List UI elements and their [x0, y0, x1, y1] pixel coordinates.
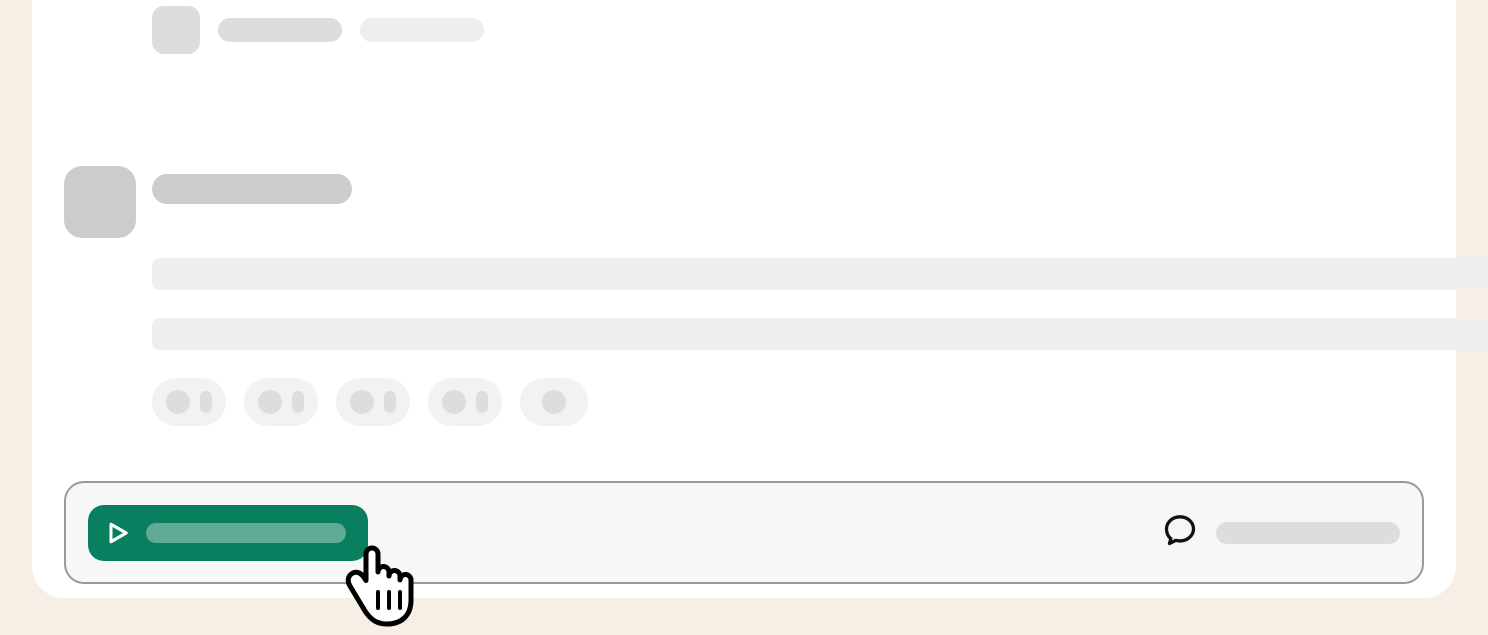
run-workflow-button[interactable] — [88, 505, 368, 561]
avatar — [64, 166, 136, 238]
timestamp-placeholder — [360, 18, 484, 42]
reaction-pill[interactable] — [336, 378, 410, 426]
message-row — [152, 6, 484, 54]
username-placeholder — [218, 18, 342, 42]
count-placeholder — [384, 391, 396, 413]
composer-toolbar — [64, 481, 1424, 584]
thread-reply-button[interactable] — [1162, 512, 1400, 553]
body-line-placeholder — [152, 318, 1488, 350]
count-placeholder — [476, 391, 488, 413]
add-reaction-pill[interactable] — [520, 378, 588, 426]
content-card — [32, 0, 1456, 598]
reaction-pill[interactable] — [428, 378, 502, 426]
reaction-pill[interactable] — [152, 378, 226, 426]
run-button-label — [146, 523, 346, 543]
emoji-placeholder — [442, 390, 466, 414]
count-placeholder — [200, 391, 212, 413]
reaction-row — [152, 378, 588, 426]
emoji-placeholder — [166, 390, 190, 414]
username-placeholder — [152, 174, 352, 204]
chat-bubble-icon — [1162, 512, 1198, 553]
emoji-placeholder — [542, 390, 566, 414]
emoji-placeholder — [258, 390, 282, 414]
body-line-placeholder — [152, 258, 1488, 290]
reply-button-label — [1216, 522, 1400, 544]
play-icon — [104, 519, 132, 547]
reaction-pill[interactable] — [244, 378, 318, 426]
emoji-placeholder — [350, 390, 374, 414]
count-placeholder — [292, 391, 304, 413]
avatar — [152, 6, 200, 54]
